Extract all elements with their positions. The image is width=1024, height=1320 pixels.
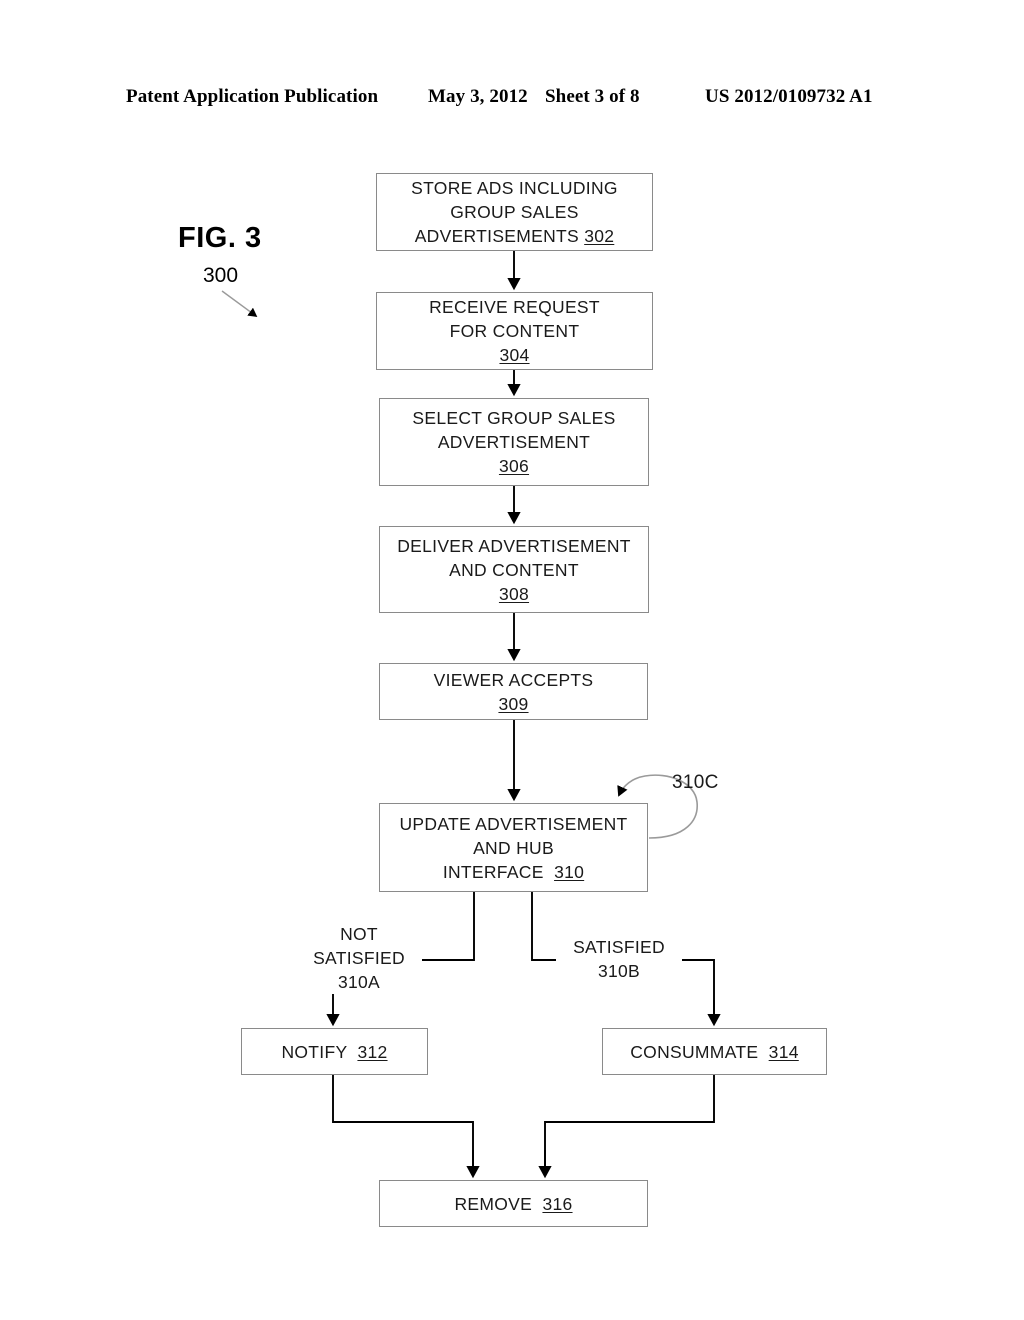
branch-label-satisfied: SATISFIED 310B	[556, 935, 682, 983]
flow-box-310-ref: 310	[554, 861, 585, 882]
flow-box-302-line3-text: ADVERTISEMENTS	[414, 226, 580, 246]
branch-path-satisfied-tail	[677, 959, 715, 1023]
flow-box-302-line2: GROUP SALES	[450, 202, 579, 222]
flow-box-304-line1: RECEIVE REQUEST	[429, 297, 600, 317]
branch-label-not-satisfied-ref: 310A	[337, 972, 381, 992]
flow-box-309[interactable]: VIEWER ACCEPTS 309	[379, 663, 648, 720]
flow-box-304-ref: 304	[499, 345, 530, 365]
flow-box-302[interactable]: STORE ADS INCLUDING GROUP SALES ADVERTIS…	[376, 173, 653, 251]
branch-label-not-satisfied-line1: NOT	[340, 924, 378, 944]
branch-label-loop-310c: 310C	[672, 772, 719, 793]
branch-label-satisfied-line1: SATISFIED	[573, 937, 665, 957]
header-date: May 3, 2012	[428, 86, 528, 107]
flow-box-310-line3: INTERFACE 310	[443, 860, 584, 884]
figure-leader-arrow	[221, 290, 258, 317]
flow-box-316-text: REMOVE	[454, 1193, 533, 1214]
branch-path-314-to-316	[544, 1075, 715, 1172]
flow-box-309-ref: 309	[498, 693, 529, 714]
flow-box-306-ref: 306	[498, 456, 530, 476]
flow-box-304-line2: FOR CONTENT	[449, 321, 580, 341]
flow-box-308[interactable]: DELIVER ADVERTISEMENT AND CONTENT 308	[379, 526, 649, 613]
flow-box-302-line3: ADVERTISEMENTS 302	[415, 224, 615, 248]
flow-box-308-ref: 308	[498, 583, 530, 604]
figure-label: FIG. 3	[178, 222, 262, 254]
flow-box-316-ref: 316	[542, 1193, 573, 1214]
branch-path-312-to-316	[332, 1075, 474, 1172]
header-patent-number: US 2012/0109732 A1	[705, 86, 873, 107]
flow-box-302-ref: 302	[584, 226, 615, 246]
flow-box-309-line1: VIEWER ACCEPTS	[433, 669, 594, 690]
header-publication-label: Patent Application Publication	[126, 86, 379, 107]
branch-label-not-satisfied: NOT SATISFIED 310A	[296, 922, 422, 994]
branch-label-satisfied-ref: 310B	[597, 961, 641, 981]
flow-box-310[interactable]: UPDATE ADVERTISEMENT AND HUB INTERFACE 3…	[379, 803, 648, 892]
figure-reference-numeral: 300	[203, 264, 239, 287]
flow-box-308-line2: AND CONTENT	[449, 559, 579, 580]
flow-box-306-line2: ADVERTISEMENT	[437, 432, 591, 452]
flow-box-312-ref: 312	[357, 1041, 388, 1062]
header-sheet: Sheet 3 of 8	[545, 86, 640, 107]
flow-box-306[interactable]: SELECT GROUP SALES ADVERTISEMENT 306	[379, 398, 649, 486]
flow-box-304[interactable]: RECEIVE REQUEST FOR CONTENT 304	[376, 292, 653, 370]
flow-box-310-line2: AND HUB	[473, 837, 554, 858]
flow-box-306-line1: SELECT GROUP SALES	[412, 408, 616, 428]
patent-drawing-page: Patent Application Publication May 3, 20…	[0, 0, 1024, 1320]
flow-box-302-line1: STORE ADS INCLUDING	[411, 178, 618, 198]
flow-box-312-text: NOTIFY	[281, 1041, 348, 1062]
flow-box-310-line1: UPDATE ADVERTISEMENT	[399, 813, 628, 834]
branch-label-not-satisfied-line2: SATISFIED	[313, 948, 405, 968]
flow-box-308-line1: DELIVER ADVERTISEMENT	[397, 535, 631, 556]
flow-box-316[interactable]: REMOVE 316	[379, 1180, 648, 1227]
flow-box-314[interactable]: CONSUMMATE 314	[602, 1028, 827, 1075]
flow-box-310-line3-text: INTERFACE	[442, 861, 544, 882]
flow-box-314-text: CONSUMMATE	[630, 1041, 759, 1062]
flow-box-312[interactable]: NOTIFY 312	[241, 1028, 428, 1075]
flow-box-314-ref: 314	[768, 1041, 799, 1062]
publication-header: Patent Application Publication May 3, 20…	[0, 86, 1024, 116]
